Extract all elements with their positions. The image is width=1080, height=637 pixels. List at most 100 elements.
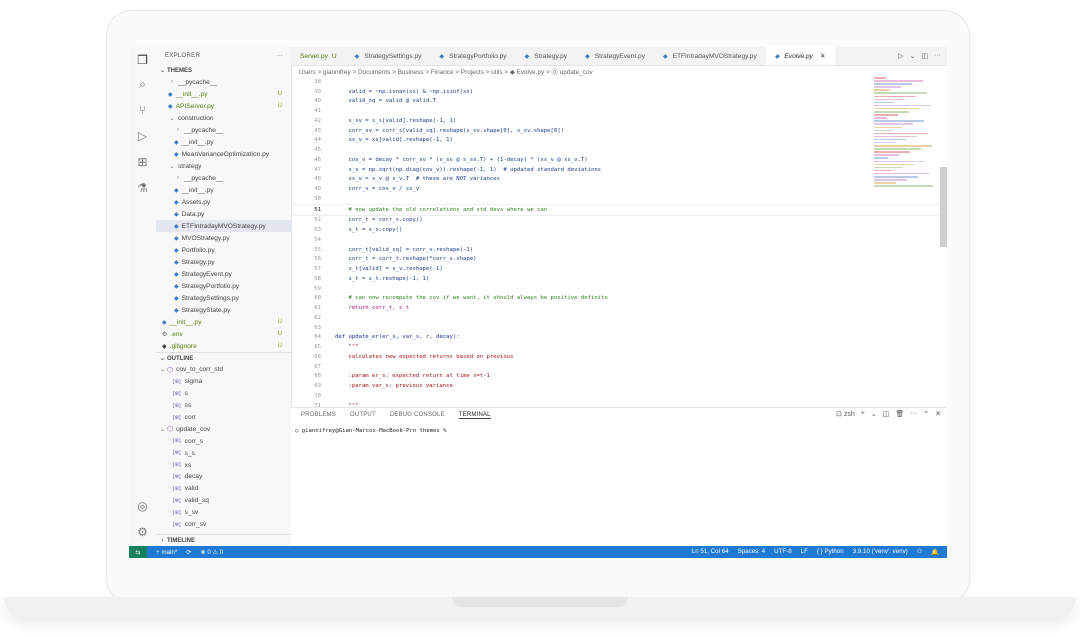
split-terminal-icon[interactable]: ◫ [883, 410, 890, 418]
code-line[interactable]: 45 [291, 145, 941, 155]
code-line[interactable]: 46 cov_v = decay * corr_sv * (s_sv @ s_s… [291, 155, 941, 165]
tree-folder[interactable]: › __pycache__ [156, 76, 291, 88]
tree-file[interactable]: ◆ MVOStrategy.py [156, 232, 291, 244]
extensions-icon[interactable]: ⊞ [135, 154, 150, 169]
outline-variable[interactable]: [⊗] valid_sq [156, 495, 291, 507]
panel-tab-debug-console[interactable]: DEBUG CONSOLE [390, 412, 445, 418]
editor-tab[interactable]: ◆ StrategyPortfolio.py [430, 47, 515, 65]
source-control-icon[interactable]: ⑂ [135, 102, 150, 117]
new-terminal-icon[interactable]: + [861, 410, 865, 418]
outline-function[interactable]: ⌄ ⬡ update_cov [156, 423, 291, 435]
terminal-prompt[interactable]: ○ giannifrey@Gian-Marcos-MacBook-Pro the… [291, 428, 947, 434]
outline-variable[interactable]: [⊗] s_sv [156, 507, 291, 519]
code-line[interactable]: 50 [291, 194, 941, 204]
code-line[interactable]: 55 corr_t[valid_sq] = corr_v.reshape(-1) [291, 245, 941, 255]
problems-status[interactable]: ⊗ 0 ⚠ 0 [200, 549, 223, 556]
line-ending[interactable]: LF [801, 548, 808, 556]
accounts-icon[interactable]: ⚇ [917, 548, 923, 556]
tree-file[interactable]: ◆ ETFIntradayMVOStrategy.py [156, 220, 291, 232]
editor-tab[interactable]: Server.py U [291, 47, 346, 65]
code-line[interactable]: 62 [291, 313, 941, 323]
python-interpreter[interactable]: 3.9.10 ('venv': venv) [853, 548, 908, 556]
tree-file[interactable]: ◆ APIServer.py U [156, 100, 291, 112]
minimap[interactable] [874, 77, 940, 207]
tree-file[interactable]: ◆ __init__.py U [156, 316, 291, 328]
files-icon[interactable]: ❐ [135, 52, 150, 67]
editor-tab[interactable]: ◆ StrategyEvent.py [576, 47, 654, 65]
code-line[interactable]: 59 [291, 284, 941, 294]
panel-tab-output[interactable]: OUTPUT [350, 412, 376, 418]
code-line[interactable]: 43 corr_sv = corr_s[valid_sq].reshape(s_… [291, 126, 941, 136]
code-line[interactable]: 49 corr_v = cov_v / ss_v [291, 184, 941, 194]
tree-folder[interactable]: › __pycache__ [156, 172, 291, 184]
outline-function[interactable]: ⌄ ⬡ cov_to_corr_std [156, 364, 291, 376]
code-line[interactable]: 48 ss_v = s_v @ s_v.T # these are NOT va… [291, 175, 941, 185]
tree-file[interactable]: ⚙ .env U [156, 328, 291, 340]
tree-file[interactable]: ◆ Data.py [156, 208, 291, 220]
run-debug-icon[interactable]: ▷ [135, 128, 150, 143]
code-line[interactable]: 39 valid = ~np.isnan(xs) & ~np.isinf(xs) [291, 87, 941, 97]
code-line[interactable]: 52 corr_t = corr_s.copy() [291, 216, 941, 226]
remote-icon[interactable]: ⇆ [129, 546, 147, 558]
tree-file[interactable]: ◆ __init__.py [156, 136, 291, 148]
code-line[interactable]: 65 """ [291, 342, 941, 352]
code-line[interactable]: 64 def update_er(er_s, var_s, r, decay): [291, 333, 941, 343]
language-mode[interactable]: { } Python [817, 548, 844, 556]
branch-status[interactable]: ⑂ main* [156, 549, 177, 556]
terminal-shell-icon[interactable]: ⊡ zsh [836, 410, 855, 418]
explorer-more-icon[interactable]: ··· [276, 53, 283, 59]
outline-section-header[interactable]: ⌄ OUTLINE [156, 352, 291, 364]
code-line[interactable]: 68 :param er_s: expected return at time … [291, 372, 941, 382]
code-line[interactable]: 67 [291, 362, 941, 372]
notifications-icon[interactable]: 🔔 [931, 548, 939, 556]
settings-gear-icon[interactable]: ⚙ [135, 524, 150, 539]
themes-section-header[interactable]: ⌄ THEMES [156, 65, 291, 76]
encoding[interactable]: UTF-8 [774, 548, 792, 556]
testing-icon[interactable]: ⚗ [135, 180, 150, 195]
tree-folder[interactable]: ⌄ construction [156, 112, 291, 124]
account-icon[interactable]: ◎ [135, 498, 150, 513]
editor-tab[interactable]: ◆ Strategy.py [516, 47, 577, 65]
tree-folder[interactable]: › __pycache__ [156, 124, 291, 136]
code-line[interactable]: 42 s_sv = s_s[valid].reshape(-1, 1) [291, 116, 941, 126]
more-actions-icon[interactable]: ··· [934, 52, 941, 60]
code-line[interactable]: 60 # can now recompute the cov if we wan… [291, 294, 941, 304]
code-line[interactable]: 47 s_v = np.sqrt(np.diag(cov_v)).reshape… [291, 165, 941, 175]
editor-tab[interactable]: ◆ Evolve.py ✕ [765, 47, 835, 65]
outline-variable[interactable]: [⊗] valid [156, 483, 291, 495]
code-line[interactable]: 41 [291, 106, 941, 116]
tree-folder[interactable]: ⌄ strategy [156, 160, 291, 172]
code-line[interactable]: 38 [291, 77, 941, 87]
code-line[interactable]: 53 s_t = s_s.copy() [291, 225, 941, 235]
outline-variable[interactable]: [⊗] s [156, 388, 291, 400]
close-icon[interactable]: ✕ [820, 52, 826, 60]
code-line[interactable]: 51 # now update the old correlations and… [291, 203, 941, 216]
tree-file[interactable]: ◆ MeanVarianceOptimization.py [156, 148, 291, 160]
code-line[interactable]: 54 [291, 235, 941, 245]
indentation[interactable]: Spaces: 4 [738, 548, 766, 556]
code-line[interactable]: 69 :param var_s: previous variance [291, 381, 941, 391]
code-line[interactable]: 57 s_t[valid] = s_v.reshape(-1) [291, 264, 941, 274]
breadcrumb[interactable]: Users > giannifrey > Documents > Busines… [299, 67, 593, 77]
code-line[interactable]: 66 calculates new expected returns based… [291, 352, 941, 362]
outline-variable[interactable]: [⊗] corr [156, 412, 291, 424]
search-icon[interactable]: ⌕ [135, 77, 150, 92]
code-line[interactable]: 58 s_t = s_t.reshape(-1, 1) [291, 274, 941, 284]
outline-variable[interactable]: [⊗] sigma [156, 376, 291, 388]
tree-file[interactable]: ◆ StrategySettings.py [156, 292, 291, 304]
outline-variable[interactable]: [⊗] ss [156, 400, 291, 412]
code-line[interactable]: 56 corr_t = corr_t.reshape(*corr_s.shape… [291, 255, 941, 265]
chevron-down-icon[interactable]: ⌄ [871, 410, 877, 418]
chevron-down-icon[interactable]: ⌄ [910, 52, 916, 60]
tree-file[interactable]: ◆ Strategy.py [156, 256, 291, 268]
editor-tab[interactable]: ◆ StrategySettings.py [346, 47, 431, 65]
trash-icon[interactable]: 🗑 [895, 410, 904, 418]
tree-file[interactable]: ◆ Portfolio.py [156, 244, 291, 256]
tree-file[interactable]: ◆ __init__.py [156, 184, 291, 196]
editor-tab[interactable]: ◆ ETFIntradayMVOStrategy.py [654, 47, 766, 65]
close-panel-icon[interactable]: ✕ [935, 410, 941, 418]
outline-variable[interactable]: [⊗] corr_s [156, 435, 291, 447]
tree-file[interactable]: ◆ StrategyState.py [156, 304, 291, 316]
outline-variable[interactable]: [⊗] s_s [156, 447, 291, 459]
tree-file[interactable]: ◆ .gitignore U [156, 340, 291, 352]
